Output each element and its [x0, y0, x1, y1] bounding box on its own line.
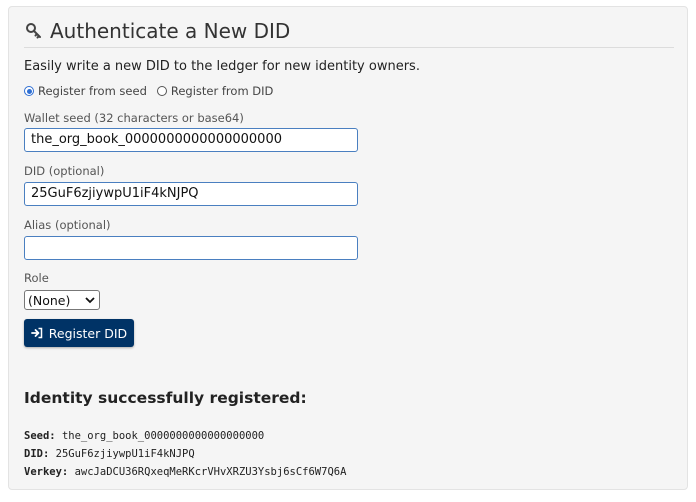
result-did-value: 25GuF6zjiywpU1iF4kNJPQ [55, 448, 195, 460]
panel-header: Authenticate a New DID [24, 15, 674, 48]
register-did-panel: Authenticate a New DID Easily write a ne… [8, 6, 688, 490]
role-select[interactable]: (None) [24, 290, 100, 310]
key-icon [24, 21, 44, 41]
result-verkey-key: Verkey: [24, 466, 69, 478]
result-seed-key: Seed: [24, 430, 56, 442]
page-title: Authenticate a New DID [50, 19, 291, 43]
role-select-value: (None) [28, 292, 71, 308]
register-from-did-radio[interactable] [156, 86, 167, 96]
register-from-seed-radio[interactable] [24, 86, 34, 96]
intro-text: Easily write a new DID to the ledger for… [24, 59, 420, 74]
register-did-button[interactable]: Register DID [24, 319, 134, 347]
result-heading: Identity successfully registered: [24, 389, 307, 407]
role-field-label: Role [24, 271, 49, 285]
result-did-key: DID: [24, 448, 50, 460]
alias-input[interactable] [24, 236, 358, 260]
alias-field-label: Alias (optional) [24, 218, 111, 232]
sign-in-icon [30, 327, 43, 339]
register-from-did-label[interactable]: Register from DID [171, 84, 274, 98]
result-did-line: DID: 25GuF6zjiywpU1iF4kNJPQ [24, 448, 195, 460]
result-seed-value: the_org_book_0000000000000000000 [61, 430, 265, 442]
did-input[interactable]: 25GuF6zjiywpU1iF4kNJPQ [24, 182, 358, 206]
seed-input[interactable]: the_org_book_0000000000000000000 [24, 128, 358, 152]
did-field-label: DID (optional) [24, 164, 105, 178]
result-verkey-value: awcJaDCU36RQxeqMeRKcrVHvXRZU3Ysbj6sCf6W7… [74, 466, 347, 478]
seed-field-label: Wallet seed (32 characters or base64) [24, 111, 244, 125]
register-from-seed-label[interactable]: Register from seed [38, 84, 147, 98]
register-did-button-label: Register DID [48, 325, 128, 341]
mode-radio-group: Register from seed Register from DID [24, 84, 283, 98]
chevron-down-icon [85, 296, 95, 304]
result-verkey-line: Verkey: awcJaDCU36RQxeqMeRKcrVHvXRZU3Ysb… [24, 466, 346, 478]
result-seed-line: Seed: the_org_book_0000000000000000000 [24, 430, 264, 442]
